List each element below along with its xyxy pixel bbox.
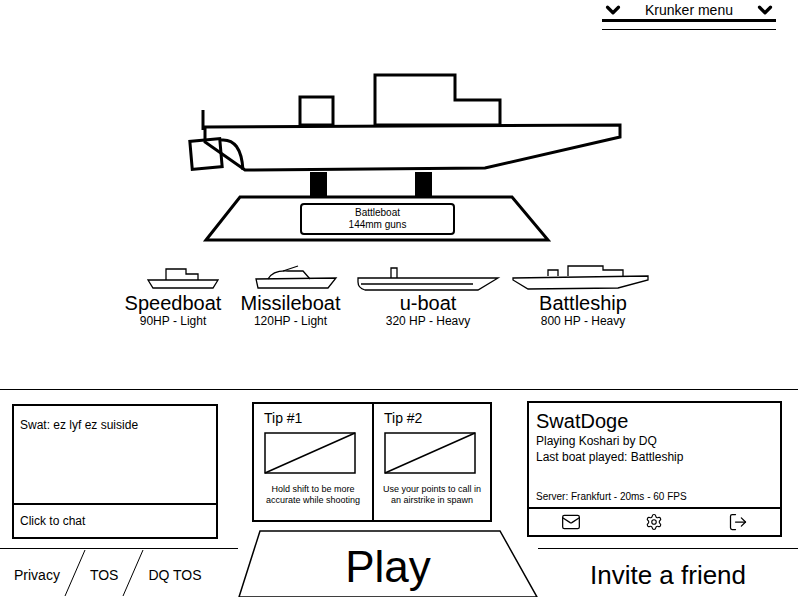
- gear-icon[interactable]: [645, 513, 663, 531]
- footer-link[interactable]: TOS: [90, 561, 119, 586]
- logout-icon[interactable]: [728, 512, 748, 532]
- tip-text: Hold shift to be more accurate while sho…: [258, 484, 368, 506]
- tip-image-placeholder-icon: [384, 432, 476, 474]
- tips-box: Tip #1 Hold shift to be more accurate whi…: [252, 402, 492, 522]
- app: Krunker menu Battleboat144mm guns Speedboa…: [0, 0, 798, 597]
- krunker-menu-label: Krunker menu: [645, 3, 733, 17]
- showcase-label: Battleboat144mm guns: [300, 203, 455, 235]
- tip-title: Tip #2: [378, 410, 486, 426]
- boat-item[interactable]: u-boat320 HP - Heavy: [353, 262, 503, 328]
- tip-title: Tip #1: [258, 410, 368, 426]
- speedboat-icon: [118, 262, 268, 292]
- boat-stats: 800 HP - Heavy: [541, 314, 626, 328]
- slash-separator-icon: [122, 549, 144, 597]
- showcase: Battleboat144mm guns: [185, 70, 625, 245]
- boat-item[interactable]: Missileboat120HP - Light: [228, 262, 353, 328]
- krunker-menu[interactable]: Krunker menu: [602, 0, 776, 35]
- profile-playing: Playing Koshari by DQ: [536, 433, 773, 449]
- chat-message: Swat: ez lyf ez suiside: [20, 418, 210, 433]
- tip-text: Use your points to call in an airstrike …: [378, 484, 486, 506]
- slash-separator-icon: [64, 549, 86, 597]
- tip: Tip #2 Use your points to call in an airs…: [372, 404, 490, 520]
- chevron-down-icon: [602, 0, 624, 21]
- profile-server: Server: Frankfurt - 20ms - 60 FPS: [536, 491, 773, 503]
- boat-name: Battleship: [539, 292, 627, 314]
- play-button[interactable]: Play: [238, 530, 538, 597]
- boat-name: u-boat: [400, 292, 457, 314]
- footer-link[interactable]: DQ TOS: [148, 561, 201, 586]
- uboat-icon: [353, 262, 503, 292]
- footer: PrivacyTOSDQ TOSPlayInvite a friend: [0, 548, 798, 597]
- mail-icon[interactable]: [561, 512, 581, 532]
- showcase-name: Battleboat: [355, 207, 400, 219]
- footer-links: Privacy TOS DQ TOS: [0, 548, 238, 597]
- boat-list: Speedboat90HP - LightMissileboat120HP - …: [0, 262, 798, 328]
- bottom-area: Swat: ez lyf ez suiside Click to chat Tip …: [0, 390, 798, 597]
- invite-label: Invite a friend: [590, 558, 746, 588]
- showcase-weapon: 144mm guns: [349, 219, 407, 231]
- chevron-down-icon: [754, 0, 776, 21]
- tip-image-placeholder-icon: [264, 432, 356, 474]
- battleship-icon: [508, 262, 658, 292]
- missileboat-icon: [228, 262, 378, 292]
- footer-link[interactable]: Privacy: [14, 561, 60, 586]
- boat-item[interactable]: Battleship800 HP - Heavy: [503, 262, 663, 328]
- boat-stats: 120HP - Light: [254, 314, 327, 328]
- tip: Tip #1 Hold shift to be more accurate whi…: [254, 404, 372, 520]
- chat-box: Swat: ez lyf ez suiside Click to chat: [12, 404, 218, 539]
- boat-name: Missileboat: [240, 292, 340, 314]
- menu-row: Krunker menu: [0, 0, 798, 35]
- profile-actions: [529, 507, 780, 535]
- profile-last-boat: Last boat played: Battleship: [536, 449, 773, 465]
- play-label: Play: [345, 539, 431, 589]
- invite-button[interactable]: Invite a friend: [538, 548, 798, 597]
- boat-showcase-area: Krunker menu Battleboat144mm guns Speedboa…: [0, 0, 798, 390]
- panel-row: Swat: ez lyf ez suiside Click to chat Tip …: [0, 390, 798, 548]
- profile-name: SwatDoge: [536, 409, 773, 433]
- boat-name: Speedboat: [125, 292, 222, 314]
- boat-stats: 90HP - Light: [140, 314, 207, 328]
- boat-stats: 320 HP - Heavy: [386, 314, 471, 328]
- chat-messages: Swat: ez lyf ez suiside: [14, 406, 216, 503]
- chat-input[interactable]: Click to chat: [14, 503, 216, 537]
- boat-item[interactable]: Speedboat90HP - Light: [118, 262, 228, 328]
- profile-box: SwatDogePlaying Koshari by DQLast boat p…: [527, 401, 782, 537]
